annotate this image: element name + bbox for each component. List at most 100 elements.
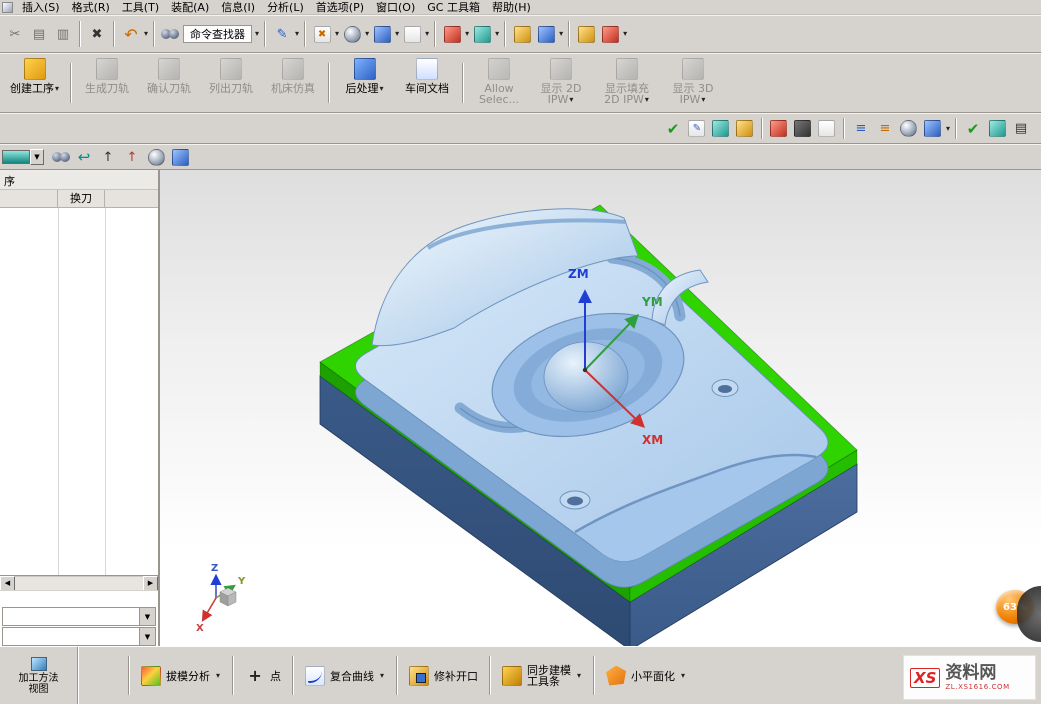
composite-curve-dropdown-icon[interactable]: ▾ [380,672,384,680]
machine-simulation-button[interactable]: 机床仿真 [262,54,324,112]
combo-field[interactable] [3,608,139,625]
delete-icon[interactable]: ✖ [87,24,107,44]
track-icon[interactable] [52,152,70,163]
orient-view-dropdown-icon[interactable]: ▾ [395,30,399,38]
back-arrow-icon[interactable]: ↩ [74,147,94,167]
globe-icon[interactable] [924,120,941,137]
snap-point-icon[interactable] [538,26,555,43]
combo-field[interactable] [3,628,139,645]
menu-item-format[interactable]: 格式(R) [66,0,116,15]
create-operation-button[interactable]: 创建工序▾ [4,54,66,112]
measure-dropdown-icon[interactable]: ▾ [623,30,627,38]
point-button[interactable]: + 点 [238,647,288,704]
show-filled-2d-ipw-dropdown-icon[interactable]: ▾ [645,96,649,104]
undo-dropdown-icon[interactable]: ▾ [144,30,148,38]
edit-list-icon[interactable]: ≡ [875,119,895,139]
measure-angle-icon[interactable] [602,26,619,43]
key-icon[interactable] [514,26,531,43]
filter-dropdown-icon[interactable]: ▼ [30,149,44,165]
composite-curve-button[interactable]: 复合曲线 ▾ [298,647,392,704]
menu-item-preferences[interactable]: 首选项(P) [310,0,370,15]
object-list-icon[interactable]: ≡ [851,119,871,139]
edit-toolpath-icon[interactable]: ✎ [688,120,705,137]
synchronous-modeling-button[interactable]: 同步建模 工具条 ▾ [495,647,589,704]
move-up-alt-icon[interactable]: ↑ [122,147,142,167]
workpiece-grid-icon[interactable] [712,120,729,137]
clock-icon[interactable] [900,120,917,137]
sync-dropdown-icon[interactable]: ▾ [577,672,581,680]
graphics-viewport[interactable]: ZM YM XM Z Y X 63% [160,170,1041,646]
draft-analysis-button[interactable]: 拔模分析 ▾ [134,647,228,704]
shaded-object-icon[interactable] [148,149,165,166]
monitor-icon[interactable] [794,120,811,137]
solid-cube-icon[interactable] [172,149,189,166]
globe-dropdown-icon[interactable]: ▾ [946,125,950,133]
show-3d-ipw-button[interactable]: 显示 3D IPW▾ [662,54,724,112]
verify-check-icon[interactable]: ✔ [663,119,683,139]
render-style-icon[interactable] [344,26,361,43]
measure-ruler-icon[interactable] [578,26,595,43]
combo-dropdown-icon[interactable]: ▼ [139,628,155,645]
section-dropdown-icon[interactable]: ▾ [495,30,499,38]
orient-view-cube-icon[interactable] [374,26,391,43]
column-tool-change[interactable]: 换刀 [58,190,105,207]
facet-body-button[interactable]: 小平面化 ▾ [599,647,693,704]
menu-item-insert[interactable]: 插入(S) [16,0,66,15]
scroll-track[interactable] [15,577,143,590]
color-filter-swatch[interactable] [2,150,30,164]
datum-dropdown-icon[interactable]: ▾ [465,30,469,38]
create-operation-dropdown-icon[interactable]: ▾ [55,85,59,93]
command-finder-icon[interactable] [161,29,179,40]
flag-icon[interactable] [770,120,787,137]
navigator-list[interactable] [0,208,158,575]
menu-item-tools[interactable]: 工具(T) [116,0,165,15]
draft-analysis-dropdown-icon[interactable]: ▾ [216,672,220,680]
scroll-left-button[interactable]: ◀ [0,576,15,591]
menu-item-help[interactable]: 帮助(H) [486,0,537,15]
allow-selection-button[interactable]: Allow Selec... [468,54,530,112]
paste-icon[interactable]: ▥ [53,24,73,44]
layers-icon[interactable] [989,120,1006,137]
datum-icon[interactable] [444,26,461,43]
generate-toolpath-button[interactable]: 生成刀轨 [76,54,138,112]
copy-icon[interactable]: ▤ [29,24,49,44]
show-2d-ipw-button[interactable]: 显示 2D IPW▾ [530,54,592,112]
command-finder-dropdown-icon[interactable]: ▾ [255,30,259,38]
accept-check-icon[interactable]: ✔ [963,119,983,139]
show-filled-2d-ipw-button[interactable]: 显示填充 2D IPW▾ [592,54,662,112]
report-table-icon[interactable] [736,120,753,137]
view-combo-2[interactable]: ▼ [2,627,156,646]
document-icon[interactable] [818,120,835,137]
render-style-dropdown-icon[interactable]: ▾ [365,30,369,38]
menu-item-information[interactable]: 信息(I) [215,0,261,15]
shop-documentation-button[interactable]: 车间文档 [396,54,458,112]
background-dropdown-icon[interactable]: ▾ [425,30,429,38]
scroll-right-button[interactable]: ▶ [143,576,158,591]
window-menu-icon[interactable] [2,2,13,13]
sketch-grid-icon[interactable]: ✖ [314,26,331,43]
background-icon[interactable] [404,26,421,43]
column-name[interactable] [0,190,58,207]
verify-toolpath-button[interactable]: 确认刀轨 [138,54,200,112]
view-combo-1[interactable]: ▼ [2,607,156,626]
postprocess-dropdown-icon[interactable]: ▾ [379,85,383,93]
section-view-icon[interactable] [474,26,491,43]
patch-opening-button[interactable]: 修补开口 [402,647,485,704]
show-3d-ipw-dropdown-icon[interactable]: ▾ [701,96,705,104]
h-scrollbar[interactable]: ◀ ▶ [0,575,158,590]
menu-item-assemblies[interactable]: 装配(A) [165,0,215,15]
postprocess-button[interactable]: 后处理▾ [334,54,396,112]
sketch-dropdown-icon[interactable]: ▾ [335,30,339,38]
menu-item-gc-toolbox[interactable]: GC 工具箱 [421,0,486,15]
menu-item-window[interactable]: 窗口(O) [370,0,421,15]
list-toolpath-button[interactable]: 列出刀轨 [200,54,262,112]
combo-dropdown-icon[interactable]: ▼ [139,608,155,625]
snap-dropdown-icon[interactable]: ▾ [559,30,563,38]
details-list-icon[interactable]: ▤ [1011,119,1031,139]
brush-icon[interactable]: ✎ [272,24,292,44]
show-2d-ipw-dropdown-icon[interactable]: ▾ [569,96,573,104]
menu-item-analysis[interactable]: 分析(L) [261,0,310,15]
brush-dropdown-icon[interactable]: ▾ [295,30,299,38]
move-up-icon[interactable]: ↑ [98,147,118,167]
cut-icon[interactable]: ✂ [5,24,25,44]
